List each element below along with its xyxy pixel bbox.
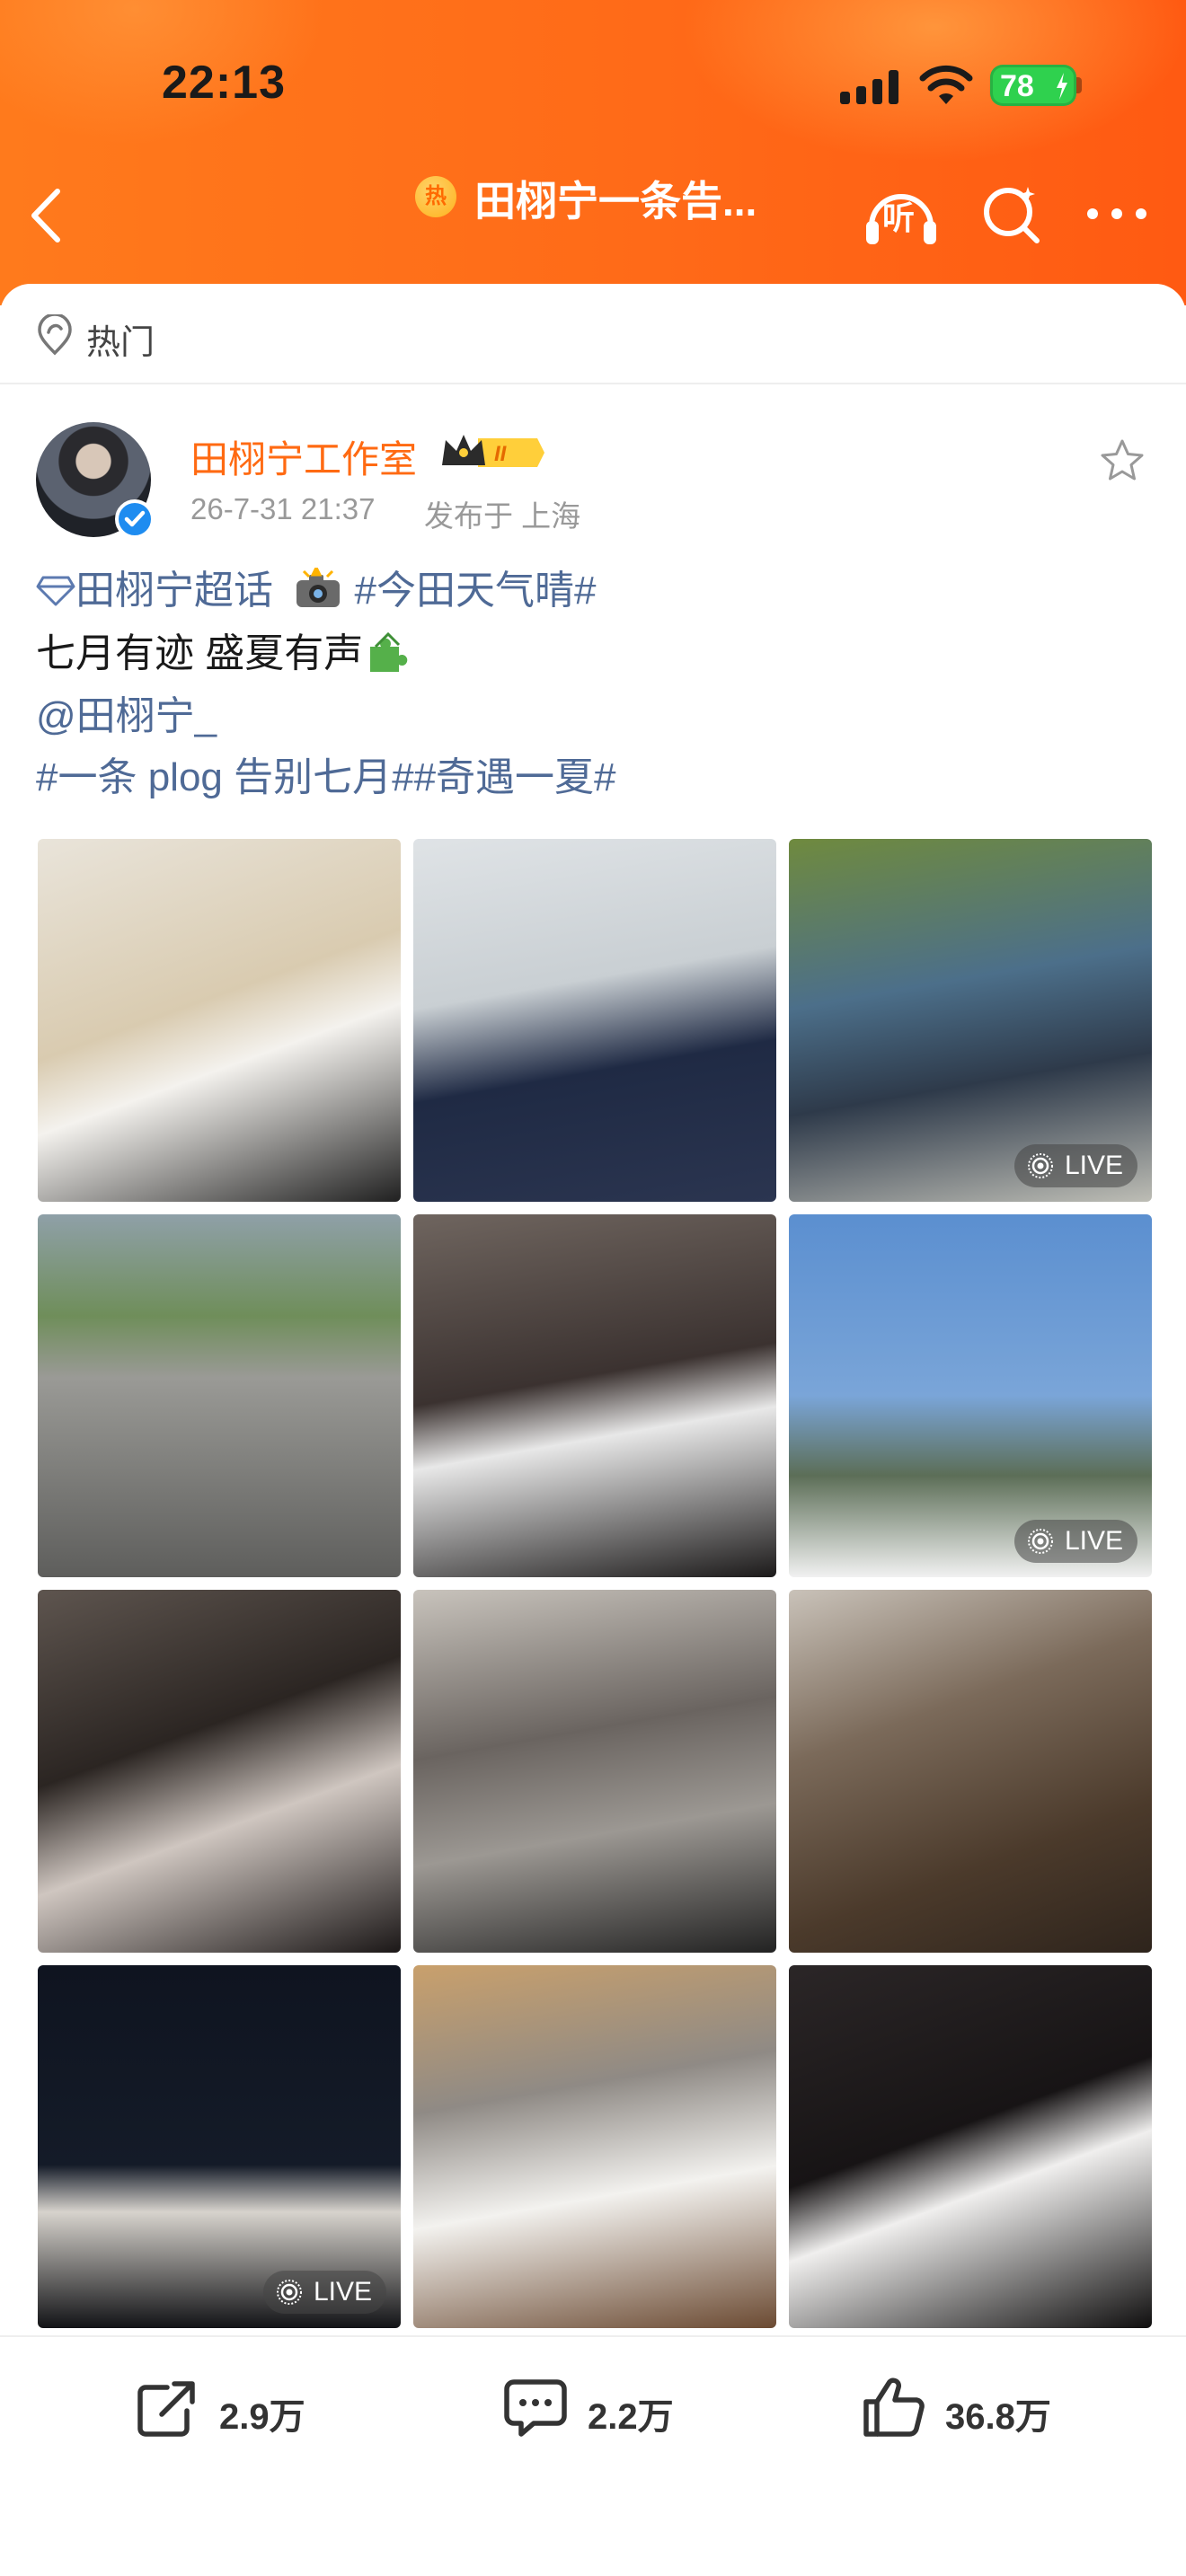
battery-indicator: 78 [990,65,1076,106]
post-timestamp: 26-7-31 21:37 [190,492,376,525]
wifi-icon [919,65,973,104]
photo-tile[interactable] [413,1214,776,1577]
photo-tile[interactable] [413,1590,776,1953]
puzzle-piece-emoji-icon [370,632,408,673]
photo-tile[interactable] [413,839,776,1202]
section-label[interactable]: 热门 [86,314,155,364]
post-text-line: 七月有迹 盛夏有声 [36,629,413,679]
live-label: LIVE [1064,1526,1123,1556]
member-level: II [494,442,508,466]
hot-pin-icon [38,314,72,356]
post-location: 发布于 上海 [424,499,581,533]
photo-tile[interactable]: LIVE [789,1214,1152,1577]
member-crown-badge-icon[interactable]: II [438,429,546,476]
like-button[interactable]: 36.8万 [859,2371,1093,2443]
topic-link[interactable]: #奇遇一夏# [414,755,616,799]
photo-tile[interactable] [789,1965,1152,2328]
diamond-icon [36,576,75,606]
post-text-line: #一条 plog 告别七月##奇遇一夏# [36,753,616,803]
header [0,0,1186,305]
live-photo-icon [1027,1153,1053,1178]
share-count: 2.9万 [219,2397,305,2437]
author-name[interactable]: 田栩宁工作室 [190,429,417,484]
live-photo-badge: LIVE [1013,1520,1137,1563]
live-photo-badge: LIVE [262,2271,386,2314]
photo-tile[interactable] [38,1214,401,1577]
share-icon [137,2381,195,2437]
live-photo-icon [1027,1529,1053,1554]
photo-tile[interactable] [413,1965,776,2328]
camera-flash-emoji-icon [296,568,341,608]
cellular-signal-icon [840,68,903,104]
photo-tile[interactable] [38,1590,401,1953]
share-button[interactable]: 2.9万 [133,2371,349,2443]
live-label: LIVE [1064,1151,1123,1180]
favorite-star-icon[interactable] [1098,437,1146,485]
status-time: 22:13 [162,57,286,109]
listen-button[interactable]: 听 [863,176,940,250]
photo-tile[interactable]: LIVE [789,839,1152,1202]
topic-link[interactable]: #今田天气晴# [354,569,596,613]
verified-badge-icon [115,499,155,539]
photo-tile[interactable]: LIVE [38,1965,401,2328]
post-text-line: @田栩宁_ [36,692,217,742]
mention-link[interactable]: @田栩宁_ [36,694,217,738]
charging-bolt-icon [1057,73,1067,100]
section-bar [0,284,1186,384]
comment-count: 2.2万 [588,2397,674,2437]
hot-badge-icon: 热 [415,176,456,217]
like-count: 36.8万 [945,2397,1051,2437]
live-photo-icon [276,2280,302,2305]
super-topic-link[interactable]: 田栩宁超话 [75,569,273,613]
search-icon[interactable] [979,181,1044,246]
back-icon[interactable] [27,184,66,247]
listen-label: 听 [882,199,916,236]
photo-grid: LIVE LIVE LIVE [38,839,1152,2328]
comment-button[interactable]: 2.2万 [501,2371,717,2443]
photo-tile[interactable] [38,839,401,1202]
battery-level: 78 [1000,69,1034,103]
photo-tile[interactable] [789,1590,1152,1953]
like-icon [863,2378,925,2437]
live-photo-badge: LIVE [1013,1144,1137,1187]
more-icon[interactable] [1085,205,1148,223]
post-text-line: 田栩宁超话 #今田天气晴# [36,566,596,616]
comment-icon [504,2379,567,2437]
post-body-text: 七月有迹 盛夏有声 [36,631,364,675]
battery-tip [1076,77,1082,93]
topic-link[interactable]: #一条 plog 告别七月# [36,755,414,799]
live-label: LIVE [313,2277,372,2307]
page-title[interactable]: 田栩宁一条告... [474,169,807,228]
